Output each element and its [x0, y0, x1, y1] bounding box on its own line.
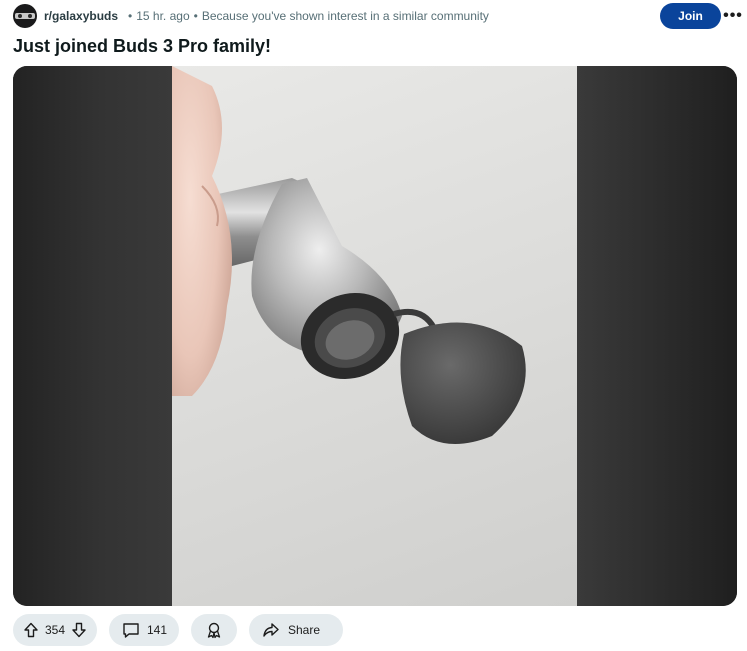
recommendation-reason: Because you've shown interest in a simil… [201, 9, 489, 23]
award-button[interactable] [191, 614, 237, 646]
upvote-count: 354 [44, 623, 66, 637]
share-label: Share [288, 623, 321, 637]
subreddit-avatar[interactable] [13, 4, 37, 28]
subreddit-name[interactable]: r/galaxybuds [44, 9, 118, 23]
downvote-icon[interactable] [69, 620, 89, 640]
post-actions: 354 141 Share [13, 614, 355, 646]
post-header: r/galaxybuds • 15 hr. ago • Because you've … [13, 3, 742, 29]
comments-button[interactable]: 141 [109, 614, 179, 646]
share-icon [261, 620, 281, 640]
comment-icon [121, 620, 141, 640]
media-blur-right [577, 66, 737, 606]
more-options-icon[interactable]: ••• [718, 3, 747, 29]
share-button[interactable]: Share [249, 614, 343, 646]
upvote-icon[interactable] [21, 620, 41, 640]
comment-count: 141 [146, 623, 167, 637]
post-media[interactable] [13, 66, 737, 606]
media-blur-left [13, 66, 173, 606]
vote-control: 354 [13, 614, 97, 646]
post-title[interactable]: Just joined Buds 3 Pro family! [13, 36, 271, 57]
award-icon [204, 620, 224, 640]
join-button[interactable]: Join [660, 3, 721, 29]
post-time: 15 hr. ago [136, 9, 190, 23]
earbud-photo-icon [172, 66, 526, 444]
post-image[interactable] [172, 66, 577, 606]
post-meta: • 15 hr. ago • Because you've shown interes… [128, 9, 489, 23]
